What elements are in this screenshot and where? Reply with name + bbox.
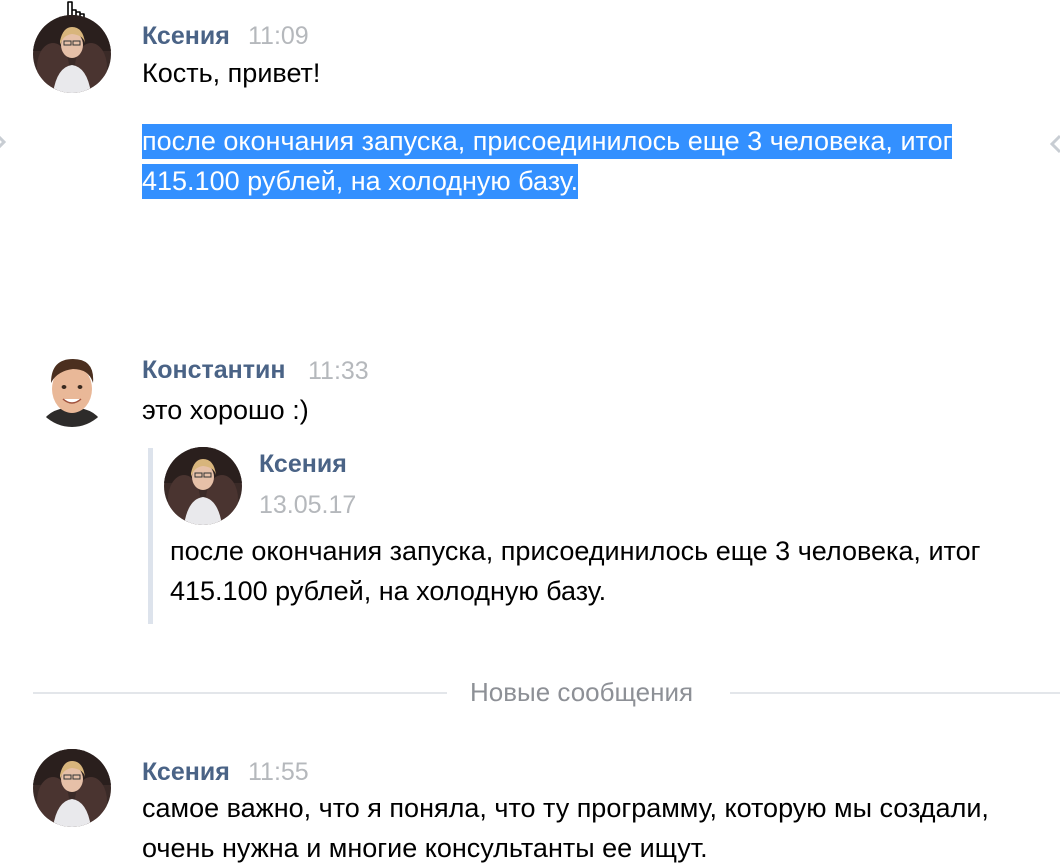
divider-line-right <box>730 692 1060 694</box>
message-text: Кость, привет! <box>142 58 321 88</box>
forwarded-author-name[interactable]: Ксения <box>259 450 347 479</box>
avatar[interactable] <box>33 15 111 93</box>
forwarded-quote-bar <box>148 448 153 624</box>
forwarded-date[interactable]: 13.05.17 <box>259 491 356 520</box>
forwarded-avatar[interactable] <box>164 447 242 525</box>
selected-message-text: после окончания запуска, присоединилось … <box>142 121 1022 201</box>
text-selection: после окончания запуска, присоединилось … <box>142 124 953 199</box>
message-time[interactable]: 11:33 <box>308 357 369 386</box>
message-text: это хорошо :) <box>142 395 309 425</box>
author-name[interactable]: Константин <box>142 356 286 385</box>
right-arrow-icon[interactable] <box>1048 132 1060 161</box>
message-time[interactable]: 11:09 <box>248 22 309 51</box>
forwarded-text: после окончания запуска, присоединилось … <box>170 536 981 606</box>
avatar[interactable] <box>33 349 111 427</box>
message-text: самое важно, что я поняла, что ту програ… <box>142 793 989 863</box>
author-name[interactable]: Ксения <box>142 758 230 787</box>
avatar[interactable] <box>33 749 111 827</box>
new-messages-divider: Новые сообщения <box>470 677 694 707</box>
divider-line-left <box>33 692 447 694</box>
left-arrow-icon[interactable] <box>0 130 7 159</box>
author-name[interactable]: Ксения <box>142 22 230 51</box>
message-time[interactable]: 11:55 <box>248 758 309 787</box>
